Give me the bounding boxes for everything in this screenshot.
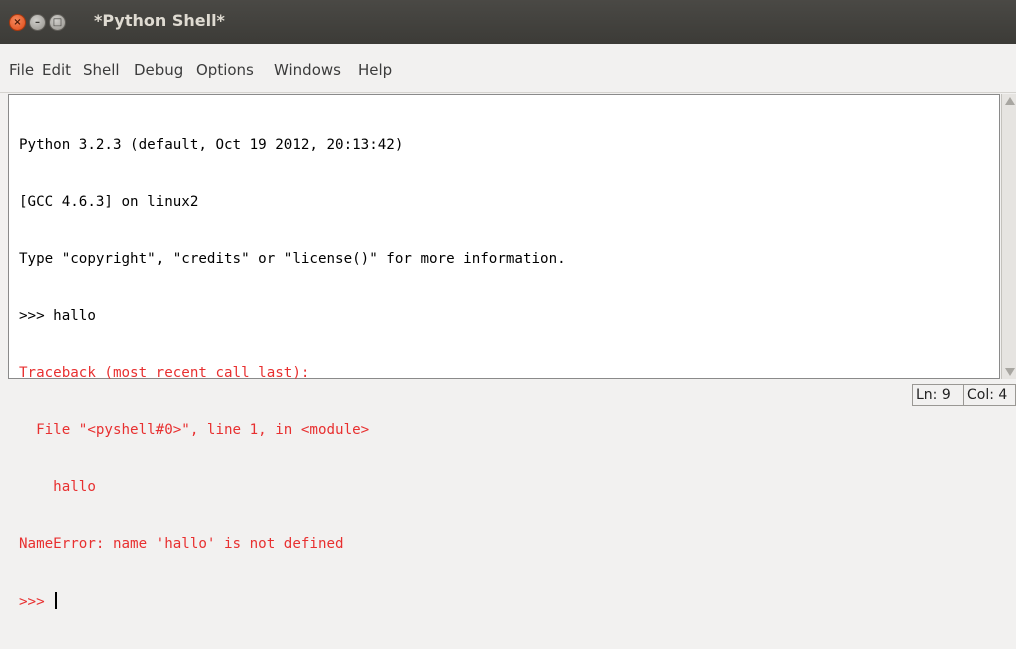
shell-line: File "<pyshell#0>", line 1, in <module> [19, 421, 566, 440]
menu-help[interactable]: Help [358, 61, 392, 79]
status-bar: Ln: 9 Col: 4 [0, 381, 1016, 409]
menu-file[interactable]: File [9, 61, 34, 79]
prompt-line[interactable]: >>> [19, 592, 566, 611]
shell-text-area[interactable]: Python 3.2.3 (default, Oct 19 2012, 20:1… [8, 94, 1000, 610]
shell-line: NameError: name 'hallo' is not defined [19, 535, 566, 554]
shell-line: Python 3.2.3 (default, Oct 19 2012, 20:1… [19, 136, 566, 155]
close-button[interactable]: × [9, 14, 26, 31]
prompt-text: >>> [19, 594, 54, 610]
menu-shell[interactable]: Shell [83, 61, 120, 79]
shell-line-text: Traceback (most recent call last): [19, 365, 310, 381]
shell-line: >>> hallo [19, 307, 566, 326]
menu-edit[interactable]: Edit [42, 61, 71, 79]
shell-line-text: hallo [19, 479, 96, 495]
maximize-button[interactable]: □ [49, 14, 66, 31]
menu-debug[interactable]: Debug [134, 61, 183, 79]
shell-line-text: NameError: name 'hallo' is not defined [19, 536, 344, 552]
maximize-icon: □ [52, 16, 63, 28]
menu-bar: File Edit Shell Debug Options Windows He… [0, 44, 1016, 93]
shell-line: [GCC 4.6.3] on linux2 [19, 193, 566, 212]
shell-output: Python 3.2.3 (default, Oct 19 2012, 20:1… [19, 98, 566, 649]
vertical-scrollbar[interactable] [1001, 94, 1016, 379]
status-line: Ln: 9 [912, 384, 964, 406]
shell-line-text: Type "copyright", "credits" or "license(… [19, 251, 566, 267]
scroll-down-icon[interactable] [1005, 368, 1015, 376]
menu-windows[interactable]: Windows [274, 61, 341, 79]
window-title: *Python Shell* [94, 11, 225, 30]
title-bar: × – □ *Python Shell* [0, 0, 1016, 44]
shell-line: hallo [19, 478, 566, 497]
shell-line-text: [GCC 4.6.3] on linux2 [19, 194, 199, 210]
scroll-up-icon[interactable] [1005, 97, 1015, 105]
close-icon: × [13, 16, 22, 28]
text-cursor [55, 592, 58, 609]
shell-line-text: Python 3.2.3 (default, Oct 19 2012, 20:1… [19, 137, 404, 153]
shell-line-text: >>> hallo [19, 308, 96, 324]
menu-options[interactable]: Options [196, 61, 254, 79]
shell-line-text: File "<pyshell#0>", line 1, in <module> [19, 422, 370, 438]
status-column: Col: 4 [963, 384, 1016, 406]
shell-line: Type "copyright", "credits" or "license(… [19, 250, 566, 269]
minimize-icon: – [35, 16, 40, 28]
minimize-button[interactable]: – [29, 14, 46, 31]
